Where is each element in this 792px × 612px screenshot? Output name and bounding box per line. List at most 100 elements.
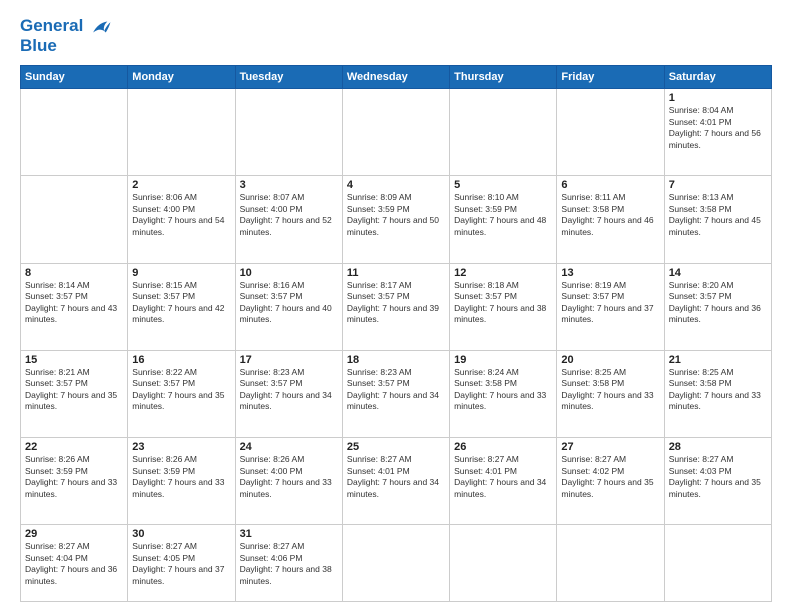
cell-info: Sunrise: 8:27 AMSunset: 4:02 PMDaylight:…	[561, 454, 659, 500]
calendar-cell: 20Sunrise: 8:25 AMSunset: 3:58 PMDayligh…	[557, 350, 664, 437]
calendar-empty-cell	[235, 89, 342, 176]
cell-info: Sunrise: 8:17 AMSunset: 3:57 PMDaylight:…	[347, 280, 445, 326]
day-number: 2	[132, 179, 230, 191]
cell-info: Sunrise: 8:13 AMSunset: 3:58 PMDaylight:…	[669, 192, 767, 238]
cell-info: Sunrise: 8:27 AMSunset: 4:04 PMDaylight:…	[25, 541, 123, 587]
cell-info: Sunrise: 8:24 AMSunset: 3:58 PMDaylight:…	[454, 367, 552, 413]
cell-info: Sunrise: 8:09 AMSunset: 3:59 PMDaylight:…	[347, 192, 445, 238]
cell-info: Sunrise: 8:16 AMSunset: 3:57 PMDaylight:…	[240, 280, 338, 326]
logo-general: General	[20, 16, 83, 35]
calendar-week-row: 1Sunrise: 8:04 AMSunset: 4:01 PMDaylight…	[21, 89, 772, 176]
calendar-day-header: Friday	[557, 66, 664, 89]
day-number: 16	[132, 354, 230, 366]
calendar-cell: 9Sunrise: 8:15 AMSunset: 3:57 PMDaylight…	[128, 263, 235, 350]
calendar-cell: 4Sunrise: 8:09 AMSunset: 3:59 PMDaylight…	[342, 176, 449, 263]
cell-info: Sunrise: 8:10 AMSunset: 3:59 PMDaylight:…	[454, 192, 552, 238]
calendar-day-header: Tuesday	[235, 66, 342, 89]
cell-info: Sunrise: 8:25 AMSunset: 3:58 PMDaylight:…	[561, 367, 659, 413]
cell-info: Sunrise: 8:27 AMSunset: 4:05 PMDaylight:…	[132, 541, 230, 587]
calendar-cell: 12Sunrise: 8:18 AMSunset: 3:57 PMDayligh…	[450, 263, 557, 350]
calendar-cell: 3Sunrise: 8:07 AMSunset: 4:00 PMDaylight…	[235, 176, 342, 263]
calendar-table: SundayMondayTuesdayWednesdayThursdayFrid…	[20, 65, 772, 602]
calendar-cell: 16Sunrise: 8:22 AMSunset: 3:57 PMDayligh…	[128, 350, 235, 437]
cell-info: Sunrise: 8:04 AMSunset: 4:01 PMDaylight:…	[669, 105, 767, 151]
calendar-empty-cell	[450, 89, 557, 176]
logo-blue: Blue	[20, 36, 112, 56]
day-number: 8	[25, 267, 123, 279]
day-number: 13	[561, 267, 659, 279]
calendar-cell: 11Sunrise: 8:17 AMSunset: 3:57 PMDayligh…	[342, 263, 449, 350]
day-number: 1	[669, 92, 767, 104]
logo: General Blue	[20, 16, 112, 55]
day-number: 26	[454, 441, 552, 453]
day-number: 3	[240, 179, 338, 191]
day-number: 28	[669, 441, 767, 453]
calendar-week-row: 8Sunrise: 8:14 AMSunset: 3:57 PMDaylight…	[21, 263, 772, 350]
calendar-empty-cell	[342, 89, 449, 176]
calendar-cell: 15Sunrise: 8:21 AMSunset: 3:57 PMDayligh…	[21, 350, 128, 437]
calendar-week-row: 29Sunrise: 8:27 AMSunset: 4:04 PMDayligh…	[21, 525, 772, 602]
calendar-day-header: Wednesday	[342, 66, 449, 89]
day-number: 11	[347, 267, 445, 279]
cell-info: Sunrise: 8:22 AMSunset: 3:57 PMDaylight:…	[132, 367, 230, 413]
calendar-cell: 14Sunrise: 8:20 AMSunset: 3:57 PMDayligh…	[664, 263, 771, 350]
calendar-cell: 6Sunrise: 8:11 AMSunset: 3:58 PMDaylight…	[557, 176, 664, 263]
cell-info: Sunrise: 8:20 AMSunset: 3:57 PMDaylight:…	[669, 280, 767, 326]
cell-info: Sunrise: 8:14 AMSunset: 3:57 PMDaylight:…	[25, 280, 123, 326]
calendar-cell: 27Sunrise: 8:27 AMSunset: 4:02 PMDayligh…	[557, 438, 664, 525]
day-number: 27	[561, 441, 659, 453]
cell-info: Sunrise: 8:07 AMSunset: 4:00 PMDaylight:…	[240, 192, 338, 238]
calendar-cell: 7Sunrise: 8:13 AMSunset: 3:58 PMDaylight…	[664, 176, 771, 263]
day-number: 17	[240, 354, 338, 366]
cell-info: Sunrise: 8:11 AMSunset: 3:58 PMDaylight:…	[561, 192, 659, 238]
cell-info: Sunrise: 8:15 AMSunset: 3:57 PMDaylight:…	[132, 280, 230, 326]
cell-info: Sunrise: 8:21 AMSunset: 3:57 PMDaylight:…	[25, 367, 123, 413]
calendar-empty-cell	[664, 525, 771, 602]
calendar-week-row: 15Sunrise: 8:21 AMSunset: 3:57 PMDayligh…	[21, 350, 772, 437]
calendar-cell: 26Sunrise: 8:27 AMSunset: 4:01 PMDayligh…	[450, 438, 557, 525]
cell-info: Sunrise: 8:27 AMSunset: 4:03 PMDaylight:…	[669, 454, 767, 500]
cell-info: Sunrise: 8:23 AMSunset: 3:57 PMDaylight:…	[347, 367, 445, 413]
day-number: 19	[454, 354, 552, 366]
calendar-empty-cell	[128, 89, 235, 176]
calendar-body: 1Sunrise: 8:04 AMSunset: 4:01 PMDaylight…	[21, 89, 772, 602]
calendar-cell: 24Sunrise: 8:26 AMSunset: 4:00 PMDayligh…	[235, 438, 342, 525]
calendar-cell: 2Sunrise: 8:06 AMSunset: 4:00 PMDaylight…	[128, 176, 235, 263]
day-number: 10	[240, 267, 338, 279]
calendar-day-header: Monday	[128, 66, 235, 89]
calendar-cell: 30Sunrise: 8:27 AMSunset: 4:05 PMDayligh…	[128, 525, 235, 602]
calendar-empty-cell	[557, 525, 664, 602]
day-number: 9	[132, 267, 230, 279]
calendar-cell: 21Sunrise: 8:25 AMSunset: 3:58 PMDayligh…	[664, 350, 771, 437]
calendar-header-row: SundayMondayTuesdayWednesdayThursdayFrid…	[21, 66, 772, 89]
calendar-cell: 17Sunrise: 8:23 AMSunset: 3:57 PMDayligh…	[235, 350, 342, 437]
calendar-cell: 8Sunrise: 8:14 AMSunset: 3:57 PMDaylight…	[21, 263, 128, 350]
day-number: 20	[561, 354, 659, 366]
day-number: 30	[132, 528, 230, 540]
calendar-day-header: Sunday	[21, 66, 128, 89]
day-number: 4	[347, 179, 445, 191]
calendar-week-row: 22Sunrise: 8:26 AMSunset: 3:59 PMDayligh…	[21, 438, 772, 525]
calendar-empty-cell	[557, 89, 664, 176]
cell-info: Sunrise: 8:23 AMSunset: 3:57 PMDaylight:…	[240, 367, 338, 413]
calendar-empty-cell	[21, 89, 128, 176]
calendar-cell: 18Sunrise: 8:23 AMSunset: 3:57 PMDayligh…	[342, 350, 449, 437]
calendar-cell: 23Sunrise: 8:26 AMSunset: 3:59 PMDayligh…	[128, 438, 235, 525]
day-number: 5	[454, 179, 552, 191]
day-number: 7	[669, 179, 767, 191]
calendar-day-header: Saturday	[664, 66, 771, 89]
day-number: 31	[240, 528, 338, 540]
calendar-cell: 31Sunrise: 8:27 AMSunset: 4:06 PMDayligh…	[235, 525, 342, 602]
calendar-cell: 13Sunrise: 8:19 AMSunset: 3:57 PMDayligh…	[557, 263, 664, 350]
calendar-cell: 29Sunrise: 8:27 AMSunset: 4:04 PMDayligh…	[21, 525, 128, 602]
cell-info: Sunrise: 8:27 AMSunset: 4:01 PMDaylight:…	[454, 454, 552, 500]
calendar-cell: 10Sunrise: 8:16 AMSunset: 3:57 PMDayligh…	[235, 263, 342, 350]
day-number: 24	[240, 441, 338, 453]
cell-info: Sunrise: 8:06 AMSunset: 4:00 PMDaylight:…	[132, 192, 230, 238]
logo-bird-icon	[90, 18, 112, 36]
day-number: 6	[561, 179, 659, 191]
calendar-cell: 25Sunrise: 8:27 AMSunset: 4:01 PMDayligh…	[342, 438, 449, 525]
cell-info: Sunrise: 8:27 AMSunset: 4:01 PMDaylight:…	[347, 454, 445, 500]
calendar-cell: 22Sunrise: 8:26 AMSunset: 3:59 PMDayligh…	[21, 438, 128, 525]
day-number: 29	[25, 528, 123, 540]
